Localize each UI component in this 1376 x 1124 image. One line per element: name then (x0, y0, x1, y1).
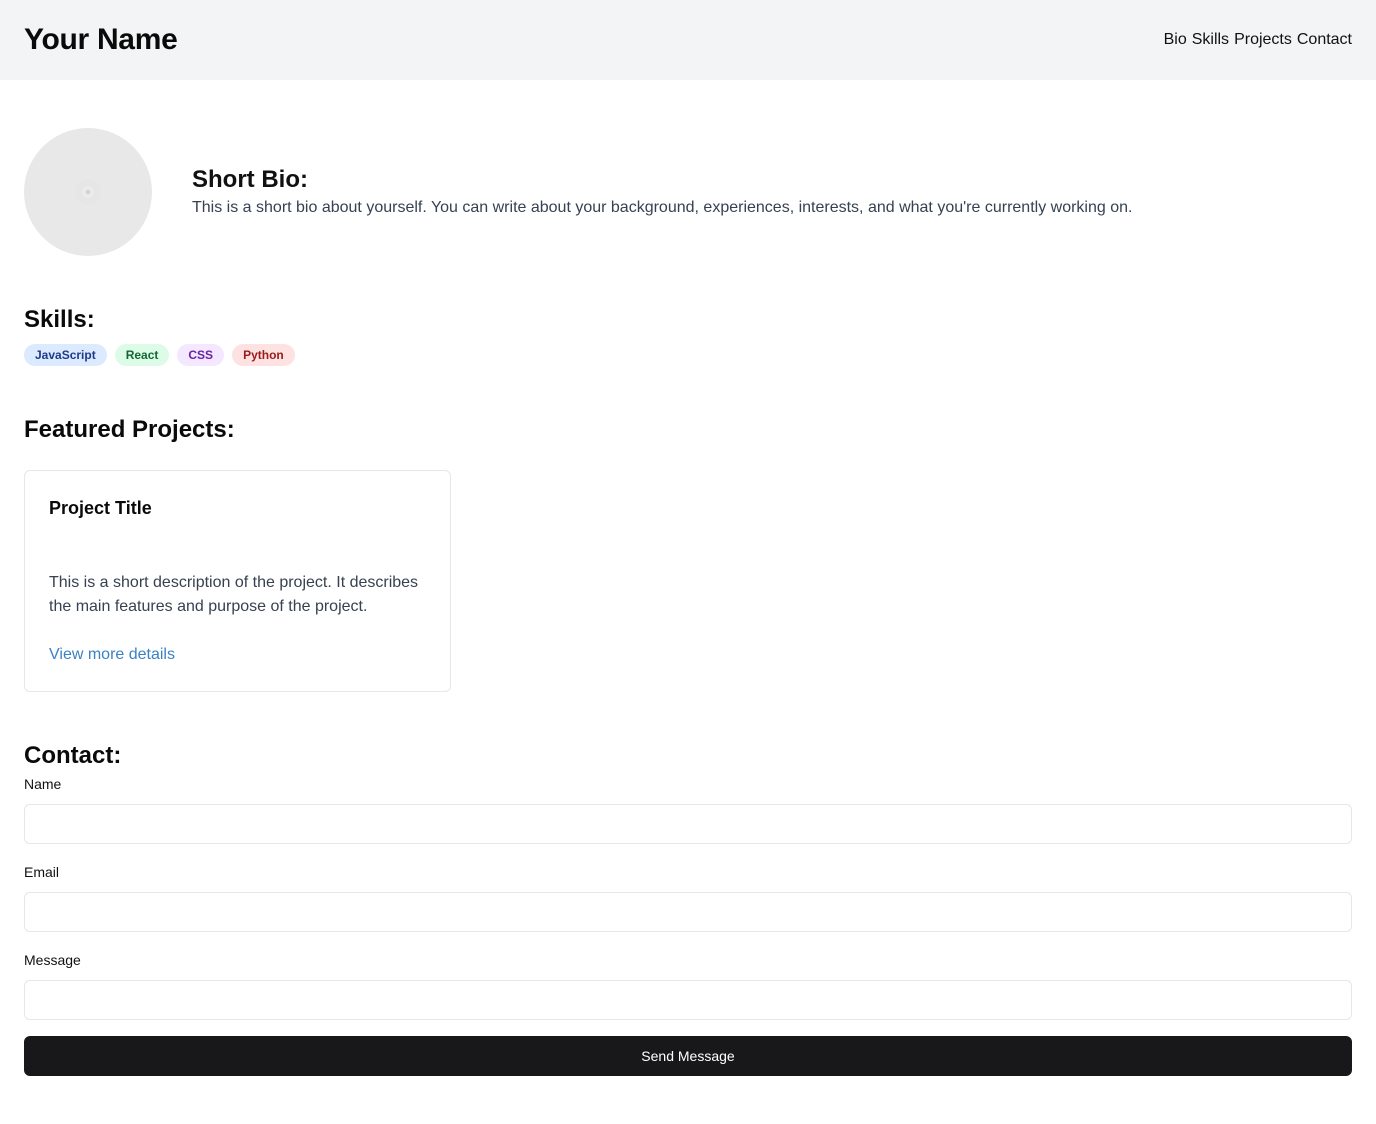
skills-heading: Skills: (24, 306, 95, 333)
project-details-link[interactable]: View more details (49, 643, 175, 667)
project-description: This is a short description of the proje… (49, 574, 419, 615)
main-nav: Bio Skills Projects Contact (1164, 31, 1352, 49)
avatar (24, 128, 152, 256)
skill-badge-react: React (114, 344, 170, 366)
message-field[interactable] (24, 980, 1352, 1020)
name-label: Name (24, 776, 62, 792)
send-message-button[interactable]: Send Message (24, 1036, 1352, 1076)
email-field[interactable] (24, 892, 1352, 932)
skill-badge-python: Python (232, 344, 295, 366)
projects-heading: Featured Projects: (24, 416, 235, 443)
project-title: Project Title (49, 498, 152, 518)
site-header: Your Name Bio Skills Projects Contact (0, 0, 1376, 80)
skill-badge-css: CSS (177, 344, 225, 366)
skills-list: JavaScript React CSS Python (24, 344, 295, 366)
project-card: Project Title This is a short descriptio… (24, 470, 451, 692)
nav-link-bio[interactable]: Bio (1164, 31, 1187, 49)
avatar-placeholder-icon (75, 179, 101, 205)
bio-text: This is a short bio about yourself. You … (192, 199, 1133, 216)
contact-heading: Contact: (24, 742, 122, 769)
bio-heading: Short Bio: (192, 166, 308, 193)
nav-link-skills[interactable]: Skills (1192, 31, 1229, 49)
name-field[interactable] (24, 804, 1352, 844)
message-label: Message (24, 952, 81, 968)
email-label: Email (24, 864, 60, 880)
nav-link-contact[interactable]: Contact (1297, 31, 1352, 49)
skill-badge-javascript: JavaScript (24, 344, 107, 366)
site-title: Your Name (24, 23, 178, 56)
nav-link-projects[interactable]: Projects (1234, 31, 1292, 49)
